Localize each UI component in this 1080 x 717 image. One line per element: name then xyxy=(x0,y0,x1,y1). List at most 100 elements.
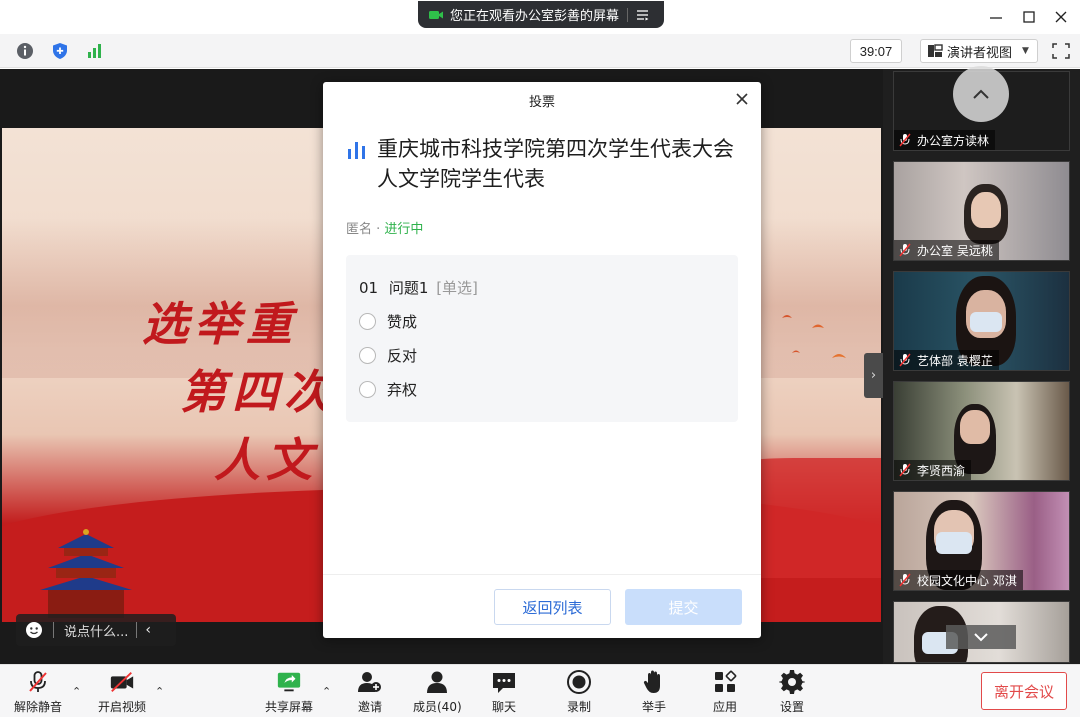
leave-meeting-button[interactable]: 离开会议 xyxy=(981,672,1067,710)
chat-label: 聊天 xyxy=(491,700,516,714)
chat-input-bar[interactable]: 说点什么... ‹ xyxy=(16,614,176,646)
poll-bars-icon xyxy=(348,142,365,159)
question-type: [单选] xyxy=(436,279,478,297)
participant-name: 李贤西渝 xyxy=(917,463,966,478)
mic-muted-icon xyxy=(899,133,911,147)
raise-hand-button[interactable]: 举手 xyxy=(641,669,667,715)
participant-name-label: 李贤西渝 xyxy=(894,460,972,480)
scroll-down-button[interactable] xyxy=(946,625,1016,649)
mic-muted-icon xyxy=(29,671,47,692)
minimize-button[interactable] xyxy=(984,6,1008,28)
chat-bubble-icon xyxy=(493,673,515,693)
radio-button[interactable] xyxy=(359,346,376,364)
chevron-down-icon: ▼ xyxy=(1022,46,1029,56)
chat-placeholder[interactable]: 说点什么... xyxy=(64,621,128,640)
participant-tile[interactable]: 校园文化中心 邓淇 xyxy=(893,491,1070,591)
start-video-button[interactable]: 开启视频 xyxy=(98,669,146,715)
chevron-down-icon xyxy=(974,633,988,642)
collapse-panel-button[interactable]: › xyxy=(864,353,883,398)
apps-grid-icon xyxy=(715,670,737,692)
option-abstain[interactable]: 弃权 xyxy=(359,378,417,400)
maximize-button[interactable] xyxy=(1017,6,1041,28)
view-mode-label: 演讲者视图 xyxy=(947,45,1013,61)
record-label: 录制 xyxy=(566,700,591,714)
participant-name-label: 办公室 吴远桃 xyxy=(894,240,999,260)
participant-tile[interactable]: 办公室 吴远桃 xyxy=(893,161,1070,261)
chatbar-divider xyxy=(136,622,138,638)
mic-muted-icon xyxy=(899,463,911,477)
record-icon xyxy=(567,670,591,694)
question-card: 01 问题1 [单选] 赞成 反对 弃权 xyxy=(346,255,738,422)
view-mode-dropdown[interactable]: 演讲者视图 ▼ xyxy=(920,39,1038,63)
info-icon[interactable] xyxy=(16,42,34,60)
slide-title-line1: 选举重 xyxy=(142,297,298,351)
screen-share-banner[interactable]: 您正在观看办公室彭善的屏幕 xyxy=(418,1,664,28)
share-screen-button[interactable]: 共享屏幕 xyxy=(265,669,313,715)
option-label: 赞成 xyxy=(387,312,418,331)
title-bar: 您正在观看办公室彭善的屏幕 xyxy=(0,0,1080,34)
close-icon[interactable] xyxy=(733,90,751,108)
add-user-icon xyxy=(358,672,381,692)
chevron-left-icon[interactable]: ‹ xyxy=(145,622,151,638)
option-label: 反对 xyxy=(387,346,418,365)
participant-name: 办公室方读林 xyxy=(917,133,990,148)
banner-divider xyxy=(627,7,629,22)
raise-hand-icon xyxy=(643,670,660,693)
scroll-up-button[interactable] xyxy=(953,66,1009,122)
unmute-label: 解除静音 xyxy=(14,700,63,714)
slide-title-line3: 人文 xyxy=(214,433,318,487)
flying-birds-decoration xyxy=(782,315,846,358)
settings-button[interactable]: 设置 xyxy=(779,669,805,715)
video-off-icon xyxy=(110,672,134,692)
chevron-up-icon xyxy=(973,89,989,99)
dialog-footer-divider xyxy=(323,574,761,575)
fullscreen-icon[interactable] xyxy=(1052,43,1070,59)
invite-button[interactable]: 邀请 xyxy=(357,669,383,715)
mic-muted-icon xyxy=(899,353,911,367)
radio-button[interactable] xyxy=(359,312,376,330)
chevron-right-icon: › xyxy=(870,368,877,383)
option-approve[interactable]: 赞成 xyxy=(359,310,417,332)
participant-name-label: 办公室方读林 xyxy=(894,130,996,150)
chat-button[interactable]: 聊天 xyxy=(491,669,517,715)
meta-separator: · xyxy=(372,222,385,237)
vote-dialog: 投票 重庆城市科技学院第四次学生代表大会人文学院学生代表 匿名 · 进行中 01… xyxy=(323,82,761,638)
bottom-toolbar: 解除静音 ⌃ 开启视频 ⌃ 共享屏幕 ⌃ 邀请 成员(40) 聊天 录制 举手 … xyxy=(0,664,1080,717)
list-menu-icon[interactable] xyxy=(636,8,650,22)
participant-tile[interactable]: 李贤西渝 xyxy=(893,381,1070,481)
back-to-list-button[interactable]: 返回列表 xyxy=(494,589,611,625)
members-label: 成员(40) xyxy=(413,700,462,714)
chevron-up-icon[interactable]: ⌃ xyxy=(155,685,164,698)
invite-label: 邀请 xyxy=(357,700,382,714)
settings-label: 设置 xyxy=(779,700,804,714)
close-window-button[interactable] xyxy=(1049,6,1073,28)
unmute-button[interactable]: 解除静音 xyxy=(14,669,62,715)
signal-strength-icon[interactable] xyxy=(86,42,104,60)
chevron-up-icon[interactable]: ⌃ xyxy=(72,685,81,698)
record-button[interactable]: 录制 xyxy=(566,669,592,715)
shield-icon[interactable] xyxy=(51,42,69,60)
chevron-up-icon[interactable]: ⌃ xyxy=(322,685,331,698)
radio-button[interactable] xyxy=(359,380,376,398)
chatbar-divider xyxy=(53,622,54,638)
apps-label: 应用 xyxy=(712,700,737,714)
option-oppose[interactable]: 反对 xyxy=(359,344,417,366)
vote-meta: 匿名 · 进行中 xyxy=(346,218,423,237)
user-icon xyxy=(427,671,448,693)
participant-tile[interactable]: 艺体部 袁樱芷 xyxy=(893,271,1070,371)
emoji-icon[interactable] xyxy=(25,621,43,639)
participant-name: 办公室 吴远桃 xyxy=(917,243,993,258)
participant-name: 校园文化中心 邓淇 xyxy=(917,573,1017,588)
apps-button[interactable]: 应用 xyxy=(712,669,738,715)
gear-icon xyxy=(779,670,805,694)
video-camera-icon xyxy=(429,10,443,19)
meeting-info-bar: 39:07 演讲者视图 ▼ xyxy=(0,34,1080,68)
members-button[interactable]: 成员(40) xyxy=(413,669,462,715)
participant-name-label: 艺体部 袁樱芷 xyxy=(894,350,999,370)
meeting-timer: 39:07 xyxy=(850,39,902,63)
mic-muted-icon xyxy=(899,243,911,257)
question-header: 01 问题1 [单选] xyxy=(359,277,478,298)
temple-of-heaven-image xyxy=(40,529,132,618)
submit-button[interactable]: 提交 xyxy=(625,589,742,625)
option-label: 弃权 xyxy=(387,380,418,399)
